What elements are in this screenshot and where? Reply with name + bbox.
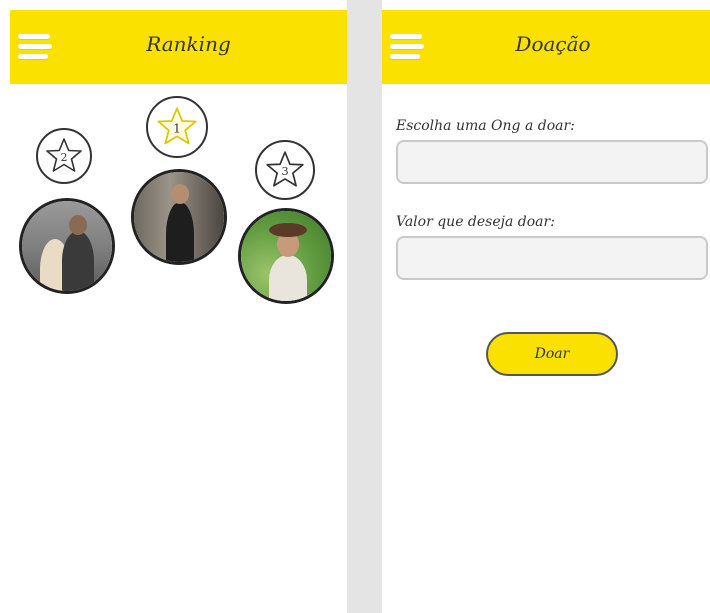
rank-2-avatar[interactable] [19, 198, 115, 294]
rank-3-number: 3 [281, 164, 288, 178]
rank-1-avatar[interactable] [131, 169, 227, 265]
page-title: Doação [515, 32, 591, 56]
doar-button[interactable]: Doar [486, 332, 618, 376]
ranking-screen: Ranking 2 1 3 [10, 10, 347, 613]
ong-field-label: Escolha uma Ong a doar: [396, 118, 575, 134]
rank-2-star-icon: 2 [36, 128, 92, 184]
rank-3-avatar[interactable] [238, 208, 334, 304]
doacao-header: Doação [382, 10, 710, 84]
screen-divider [347, 0, 382, 613]
rank-2-number: 2 [61, 151, 68, 164]
ong-input[interactable] [396, 140, 708, 184]
doacao-screen: Doação Escolha uma Ong a doar: Valor que… [382, 10, 710, 613]
valor-input[interactable] [396, 236, 708, 280]
rank-1-number: 1 [173, 122, 181, 136]
ranking-header: Ranking [10, 10, 347, 84]
valor-field-label: Valor que deseja doar: [396, 214, 555, 230]
page-title: Ranking [146, 32, 231, 56]
rank-1-star-icon: 1 [146, 96, 208, 158]
rank-3-star-icon: 3 [255, 140, 315, 200]
